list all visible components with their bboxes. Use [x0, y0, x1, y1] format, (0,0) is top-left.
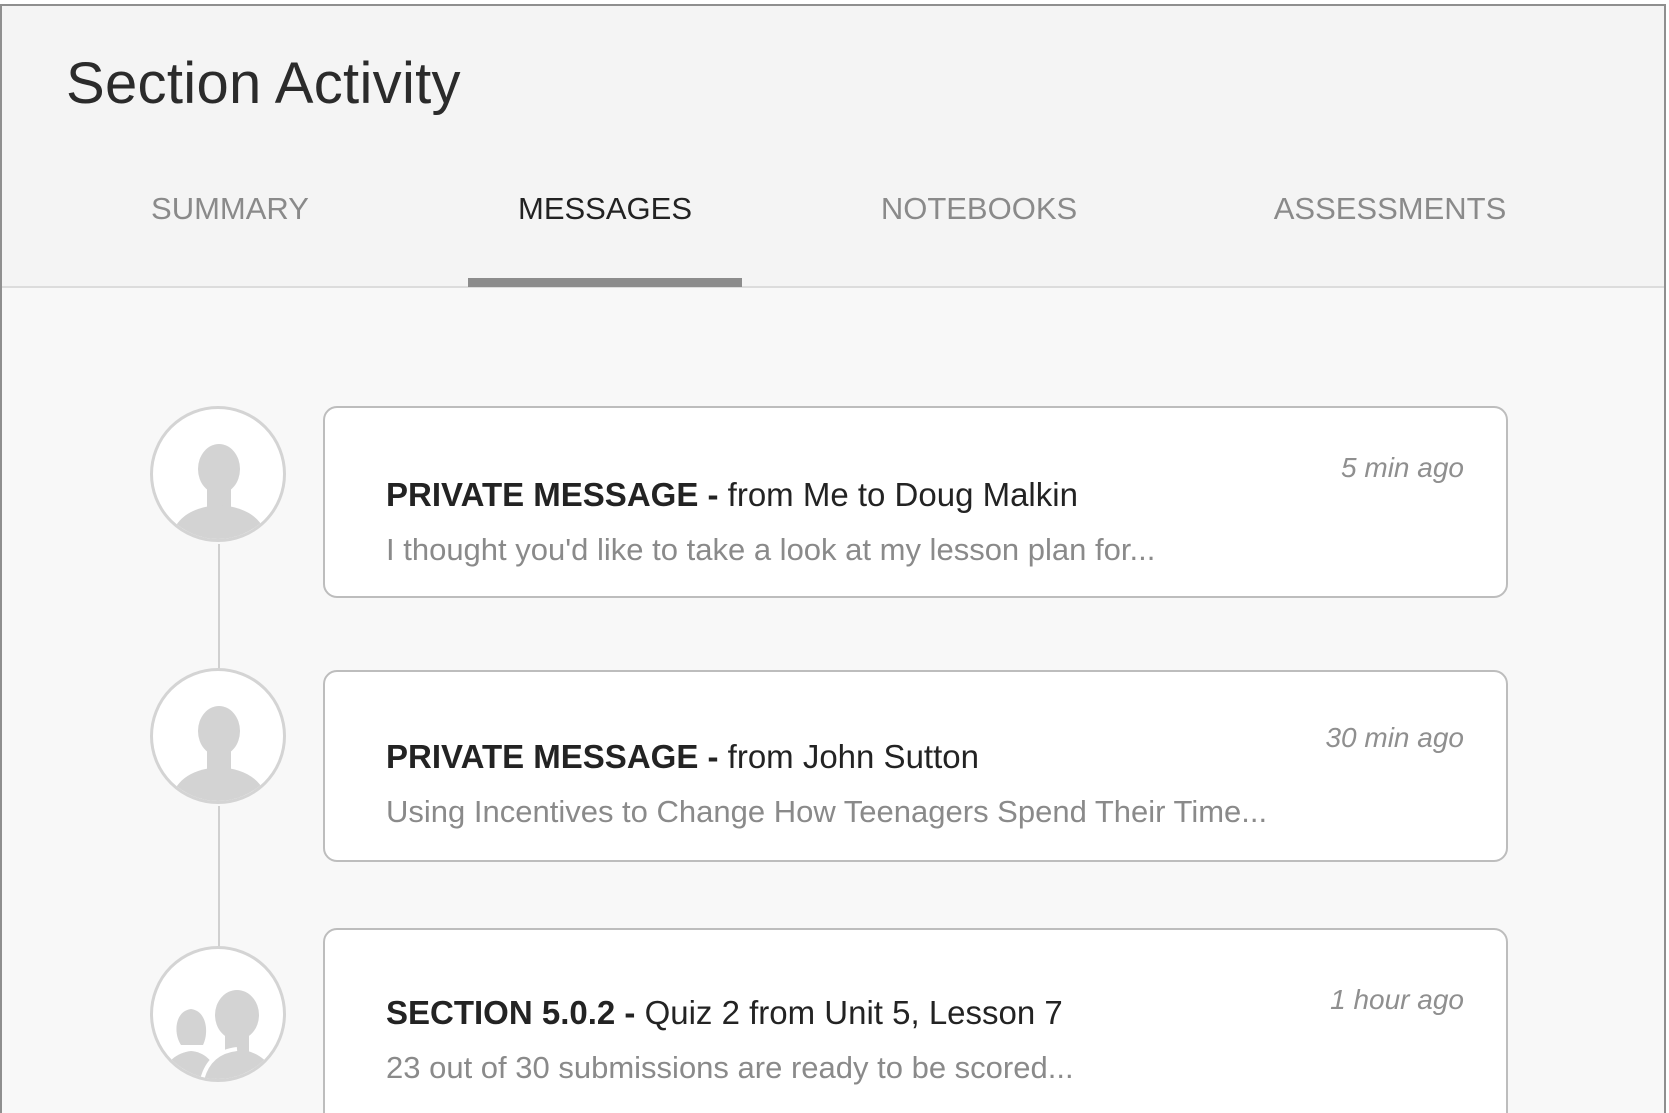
- activity-subject: Quiz 2 from Unit 5, Lesson 7: [644, 994, 1063, 1031]
- page-title: Section Activity: [66, 51, 461, 116]
- activity-card[interactable]: 30 min ago PRIVATE MESSAGE - from John S…: [323, 670, 1508, 862]
- activity-kind: PRIVATE MESSAGE -: [386, 738, 719, 775]
- activity-subject: from John Sutton: [727, 738, 979, 775]
- activity-card[interactable]: 5 min ago PRIVATE MESSAGE - from Me to D…: [323, 406, 1508, 598]
- timeline-connector: [218, 806, 220, 950]
- activity-kind: PRIVATE MESSAGE -: [386, 476, 719, 513]
- panel-header: Section Activity SUMMARY MESSAGES NOTEBO…: [2, 6, 1664, 288]
- tab-summary[interactable]: SUMMARY: [130, 191, 330, 286]
- avatar: [150, 668, 286, 804]
- section-activity-panel: Section Activity SUMMARY MESSAGES NOTEBO…: [0, 4, 1666, 1113]
- timestamp: 5 min ago: [1341, 452, 1464, 483]
- activity-subject: from Me to Doug Malkin: [727, 476, 1078, 513]
- message-preview: 23 out of 30 submissions are ready to be…: [386, 1050, 1074, 1085]
- person-icon: [170, 444, 268, 539]
- message-preview: Using Incentives to Change How Teenagers…: [386, 794, 1268, 829]
- card-headline: SECTION 5.0.2 - Quiz 2 from Unit 5, Less…: [386, 994, 1063, 1032]
- tab-notebooks[interactable]: NOTEBOOKS: [844, 191, 1114, 286]
- active-tab-indicator: [468, 278, 742, 287]
- tab-messages[interactable]: MESSAGES: [478, 191, 732, 286]
- avatar: [150, 946, 286, 1082]
- message-preview: I thought you'd like to take a look at m…: [386, 532, 1156, 567]
- tab-assessments[interactable]: ASSESSMENTS: [1240, 191, 1540, 286]
- timeline-connector: [218, 544, 220, 674]
- activity-kind: SECTION 5.0.2 -: [386, 994, 636, 1031]
- person-icon: [170, 706, 268, 801]
- card-headline: PRIVATE MESSAGE - from Me to Doug Malkin: [386, 476, 1078, 514]
- timestamp: 30 min ago: [1325, 722, 1464, 753]
- group-icon: [161, 990, 276, 1079]
- activity-card[interactable]: 1 hour ago SECTION 5.0.2 - Quiz 2 from U…: [323, 928, 1508, 1113]
- card-headline: PRIVATE MESSAGE - from John Sutton: [386, 738, 979, 776]
- avatar: [150, 406, 286, 542]
- timestamp: 1 hour ago: [1330, 984, 1464, 1015]
